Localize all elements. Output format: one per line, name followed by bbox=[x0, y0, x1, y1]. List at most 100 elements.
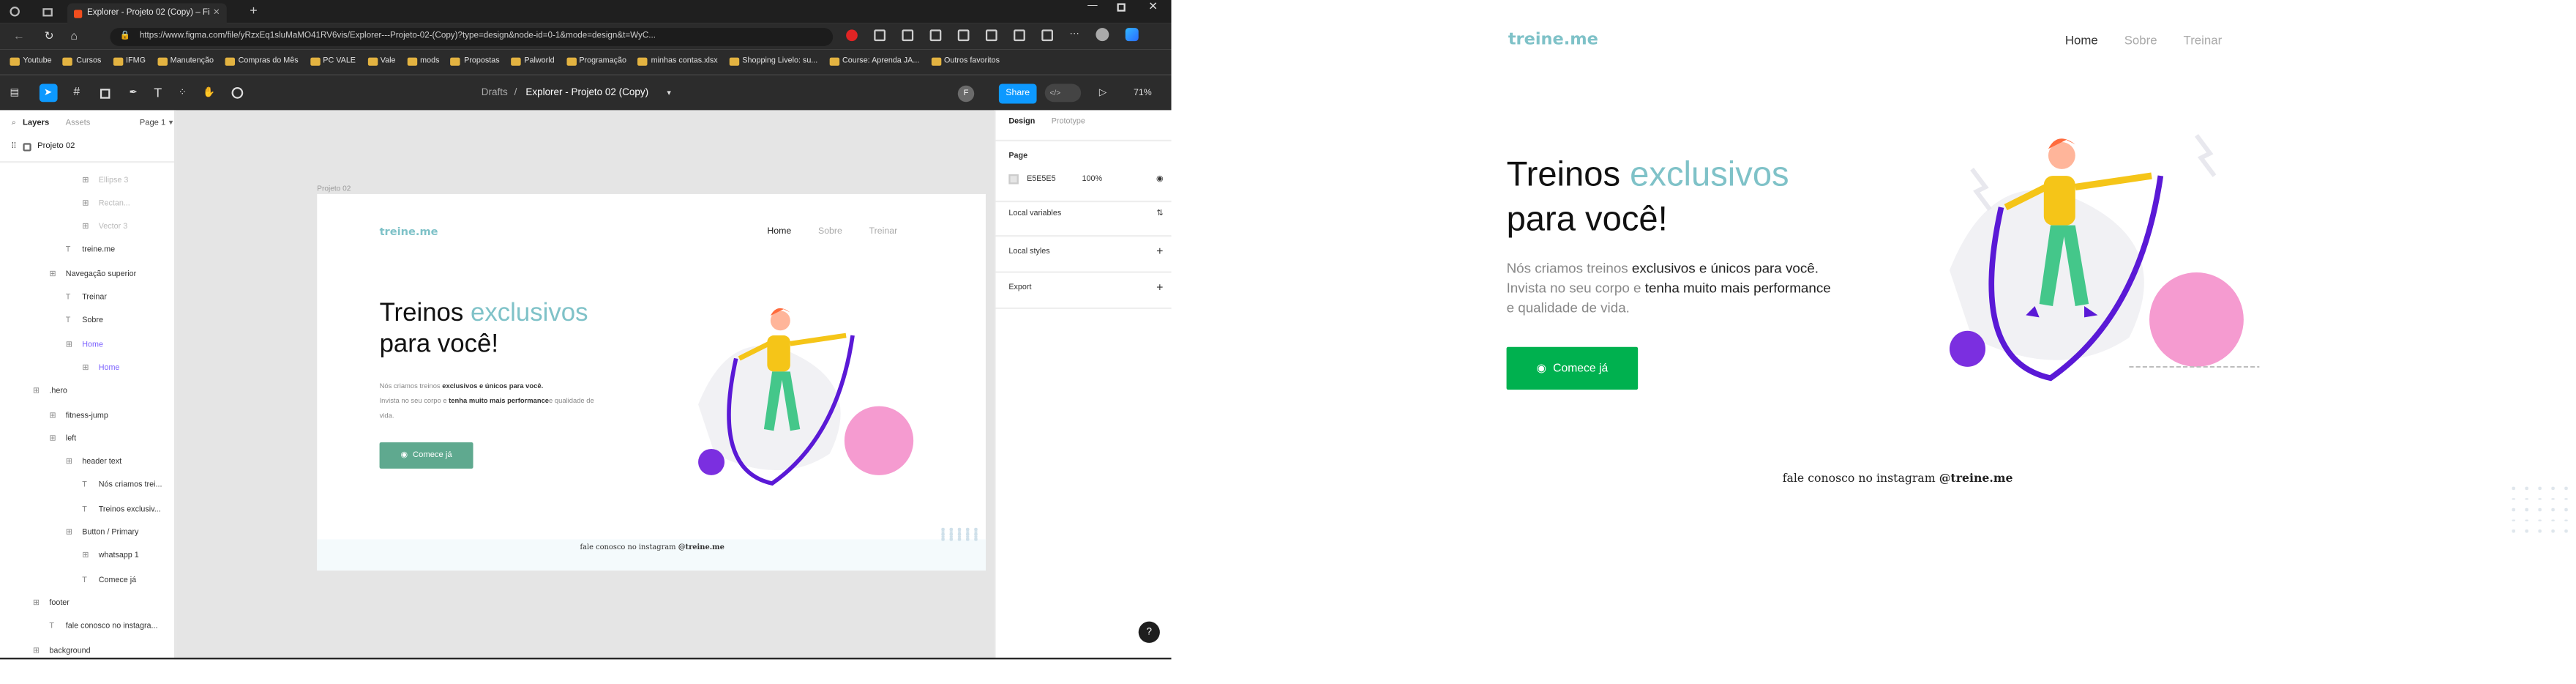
bookmark-item[interactable]: Outros favoritos bbox=[931, 58, 1000, 66]
figma-menu-icon[interactable]: ▤ bbox=[10, 87, 19, 98]
split-screen-icon[interactable] bbox=[902, 29, 914, 41]
export-label[interactable]: Export bbox=[1008, 284, 1031, 292]
profile-icon[interactable] bbox=[10, 6, 20, 17]
frame-label[interactable]: Projeto 02 bbox=[317, 184, 351, 192]
minimize-icon[interactable]: — bbox=[1087, 1, 1097, 11]
layer-item[interactable]: ⊞ footer bbox=[33, 596, 70, 612]
page-name[interactable]: Projeto 02 bbox=[37, 141, 75, 151]
layer-item[interactable]: T Treinar bbox=[66, 290, 107, 306]
layer-item[interactable]: ⊞ left bbox=[49, 431, 76, 447]
layer-item[interactable]: ⊞ .hero bbox=[33, 384, 67, 401]
tab-design[interactable]: Design bbox=[1008, 119, 1035, 127]
extension-icon[interactable] bbox=[846, 29, 858, 41]
bookmark-item[interactable]: mods bbox=[407, 58, 439, 66]
layer-item[interactable]: ⊞ Navegação superior bbox=[49, 267, 136, 283]
add-icon[interactable]: + bbox=[1156, 283, 1163, 294]
reload-icon[interactable]: ↻ bbox=[45, 29, 54, 43]
present-icon[interactable]: ▷ bbox=[1099, 87, 1107, 98]
bookmark-item[interactable]: Vale bbox=[367, 58, 395, 66]
layer-item[interactable]: T Comece já bbox=[82, 573, 136, 589]
bookmark-item[interactable]: Propostas bbox=[451, 58, 500, 66]
rectangle-tool-icon[interactable] bbox=[100, 88, 110, 98]
chevron-down-icon[interactable]: ▾ bbox=[169, 119, 173, 128]
color-swatch[interactable] bbox=[1008, 174, 1019, 185]
bookmark-item[interactable]: Cursos bbox=[63, 58, 101, 66]
layer-item[interactable]: T Nós criamos trei... bbox=[82, 478, 162, 494]
bookmark-item[interactable]: PC VALE bbox=[310, 58, 356, 66]
tab-actions-icon[interactable] bbox=[42, 7, 53, 16]
browser-essentials-icon[interactable] bbox=[1041, 29, 1053, 41]
bookmark-item[interactable]: Shopping Livelo: su... bbox=[729, 58, 817, 66]
share-button[interactable]: Share bbox=[998, 83, 1037, 103]
sliders-icon[interactable]: ⇅ bbox=[1156, 210, 1163, 218]
layer-item[interactable]: ⊞ Home bbox=[66, 337, 103, 353]
hand-tool-icon[interactable]: ✋ bbox=[203, 87, 215, 98]
extension-icon[interactable] bbox=[874, 29, 886, 41]
page-selector[interactable]: Page 1 bbox=[140, 119, 166, 128]
avatar[interactable]: F bbox=[957, 84, 975, 102]
resources-icon[interactable]: ⁘ bbox=[179, 87, 187, 98]
downloads-icon[interactable] bbox=[985, 29, 997, 41]
layer-item[interactable]: ⊞ background bbox=[33, 643, 91, 659]
bookmark-item[interactable]: Course: Aprenda JA... bbox=[829, 58, 919, 66]
tab-assets[interactable]: Assets bbox=[66, 119, 91, 128]
comment-tool-icon[interactable] bbox=[231, 86, 244, 99]
bookmark-item[interactable]: Compras do Mês bbox=[225, 58, 299, 66]
tab-prototype[interactable]: Prototype bbox=[1052, 119, 1085, 127]
layer-item[interactable]: ⊞ Ellipse 3 bbox=[82, 173, 128, 189]
tab-layers[interactable]: Layers bbox=[23, 119, 49, 128]
user-avatar-icon[interactable] bbox=[1096, 28, 1109, 42]
layer-item[interactable]: T Treinos exclusiv... bbox=[82, 502, 160, 518]
layer-item[interactable]: T Sobre bbox=[66, 313, 103, 330]
new-tab-icon[interactable]: + bbox=[250, 3, 257, 18]
site-logo[interactable]: treine.me bbox=[1508, 31, 1598, 50]
favorites-icon[interactable] bbox=[929, 29, 942, 41]
design-canvas[interactable]: Projeto 02 treine.me Home Sobre Treinar … bbox=[176, 110, 995, 660]
layer-item[interactable]: ⊞ Home bbox=[82, 361, 119, 377]
close-window-icon[interactable]: ✕ bbox=[1148, 0, 1158, 13]
footer-instagram-link[interactable]: @treine.me bbox=[1939, 470, 2013, 485]
add-icon[interactable]: + bbox=[1156, 247, 1163, 259]
file-title[interactable]: Explorer - Projeto 02 (Copy) bbox=[525, 88, 648, 97]
layer-item[interactable]: ⊞ fitness-jump bbox=[49, 408, 108, 424]
zoom-level[interactable]: 71% bbox=[1134, 88, 1152, 97]
search-icon[interactable]: ⌕ bbox=[12, 119, 16, 128]
nav-home[interactable]: Home bbox=[2065, 33, 2098, 48]
pen-tool-icon[interactable]: ✒ bbox=[129, 87, 137, 98]
text-tool-icon[interactable]: T bbox=[154, 86, 162, 100]
more-icon[interactable]: ··· bbox=[1069, 29, 1079, 39]
nav-sobre[interactable]: Sobre bbox=[2124, 33, 2157, 48]
close-tab-icon[interactable]: ✕ bbox=[213, 8, 220, 18]
layer-item[interactable]: ⊞ Vector 3 bbox=[82, 220, 127, 236]
home-icon[interactable]: ⌂ bbox=[70, 31, 78, 42]
layer-item[interactable]: ⊞ Rectan... bbox=[82, 196, 130, 212]
bookmark-item[interactable]: Palworld bbox=[511, 58, 555, 66]
local-variables-label[interactable]: Local variables bbox=[1008, 210, 1061, 218]
maximize-icon[interactable] bbox=[1117, 3, 1126, 12]
tab-figma[interactable]: Explorer - Projeto 02 (Copy) – Fi ✕ bbox=[67, 3, 227, 23]
local-styles-label[interactable]: Local styles bbox=[1008, 248, 1049, 256]
move-tool-icon[interactable]: ➤ bbox=[39, 83, 57, 103]
frame-tool-icon[interactable]: # bbox=[73, 87, 80, 99]
bookmark-item[interactable]: IFMG bbox=[113, 58, 146, 66]
collections-icon[interactable] bbox=[957, 29, 970, 41]
back-icon[interactable]: ← bbox=[13, 31, 25, 42]
dev-mode-toggle[interactable]: </> bbox=[1044, 83, 1082, 103]
layer-item[interactable]: ⊞ whatsapp 1 bbox=[82, 549, 139, 565]
url-field[interactable]: 🔒 https://www.figma.com/file/yRzxEq1sluM… bbox=[110, 27, 834, 45]
copilot-icon[interactable] bbox=[1125, 28, 1139, 42]
page-opacity[interactable]: 100% bbox=[1082, 175, 1103, 183]
layer-item[interactable]: ⊞ Button / Primary bbox=[66, 525, 139, 541]
help-button[interactable]: ? bbox=[1138, 621, 1160, 643]
page-color-value[interactable]: E5E5E5 bbox=[1027, 175, 1056, 183]
bookmark-item[interactable]: Youtube bbox=[10, 58, 52, 66]
bookmark-item[interactable]: Manutenção bbox=[157, 58, 214, 66]
layer-item[interactable]: Tfale conosco no instagra... bbox=[49, 620, 157, 636]
nav-treinar[interactable]: Treinar bbox=[2184, 33, 2223, 48]
bookmark-item[interactable]: Programação bbox=[566, 58, 626, 66]
frame-projeto-02[interactable]: treine.me Home Sobre Treinar Treinos exc… bbox=[317, 193, 986, 571]
eye-icon[interactable]: ◉ bbox=[1156, 175, 1163, 183]
layer-item[interactable]: Ttreine.me bbox=[66, 243, 115, 259]
extensions-icon[interactable] bbox=[1014, 29, 1025, 41]
breadcrumb-drafts[interactable]: Drafts bbox=[482, 88, 508, 97]
